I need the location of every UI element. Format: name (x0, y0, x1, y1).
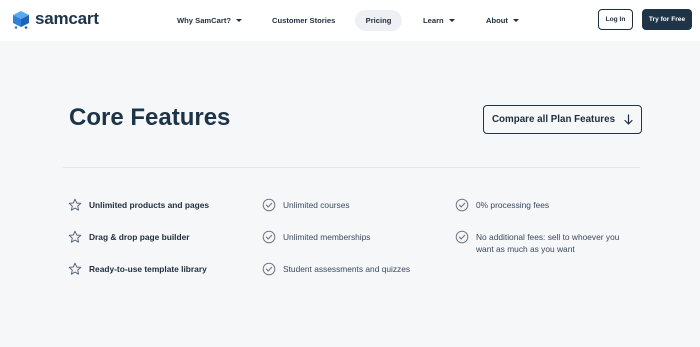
feature-label: Unlimited memberships (283, 232, 371, 242)
feature-item: Ready-to-use template library (68, 262, 207, 276)
feature-item: Unlimited courses (262, 198, 350, 212)
star-icon (68, 198, 82, 211)
nav-customer-stories[interactable]: Customer Stories (272, 10, 335, 31)
nav-pricing-label: Pricing (365, 16, 392, 25)
chevron-down-icon (512, 19, 519, 22)
samcart-logo[interactable]: samcart (11, 9, 99, 29)
nav-why-samcart[interactable]: Why SamCart? (177, 10, 243, 31)
check-circle-icon (262, 198, 276, 212)
feature-item: Student assessments and quizzes (262, 262, 411, 276)
check-circle-icon (262, 262, 276, 276)
feature-item: Drag & drop page builder (68, 230, 190, 244)
page-title: Core Features (69, 104, 231, 131)
feature-label: Ready-to-use template library (89, 264, 207, 274)
feature-label: Unlimited products and pages (89, 200, 210, 210)
compare-button-label: Compare all Plan Features (491, 114, 616, 125)
section-divider (63, 167, 640, 168)
star-icon (68, 230, 82, 243)
feature-item: Unlimited products and pages (68, 198, 210, 212)
nav-about[interactable]: About (486, 10, 519, 31)
top-navbar: samcart Why SamCart? Customer Stories Pr… (0, 0, 700, 41)
feature-label: No additional fees: sell to whoever you … (476, 232, 620, 254)
arrow-down-icon (624, 114, 633, 125)
feature-item: 0% processing fees (455, 198, 550, 212)
chevron-down-icon (236, 19, 243, 22)
nav-learn-label: Learn (423, 16, 444, 25)
nav-about-label: About (486, 16, 508, 25)
cart-logo-icon (13, 11, 29, 29)
feature-item: No additional fees: sell to whoever you … (455, 230, 635, 255)
nav-learn[interactable]: Learn (423, 10, 455, 31)
compare-plan-features-button[interactable]: Compare all Plan Features (483, 105, 642, 134)
feature-label: Unlimited courses (283, 200, 350, 210)
feature-label: Drag & drop page builder (89, 232, 190, 242)
feature-label: 0% processing fees (476, 200, 550, 210)
check-circle-icon (455, 198, 469, 212)
star-icon (68, 262, 82, 275)
check-circle-icon (455, 230, 469, 244)
try-for-free-button[interactable]: Try for Free (642, 9, 692, 30)
login-button[interactable]: Log In (598, 9, 633, 30)
nav-pricing[interactable]: Pricing (355, 10, 402, 31)
chevron-down-icon (448, 19, 455, 22)
check-circle-icon (262, 230, 276, 244)
logo-text: samcart (35, 9, 99, 28)
feature-label: Student assessments and quizzes (283, 264, 411, 274)
nav-why-label: Why SamCart? (177, 16, 232, 25)
feature-item: Unlimited memberships (262, 230, 371, 244)
nav-stories-label: Customer Stories (272, 16, 336, 25)
